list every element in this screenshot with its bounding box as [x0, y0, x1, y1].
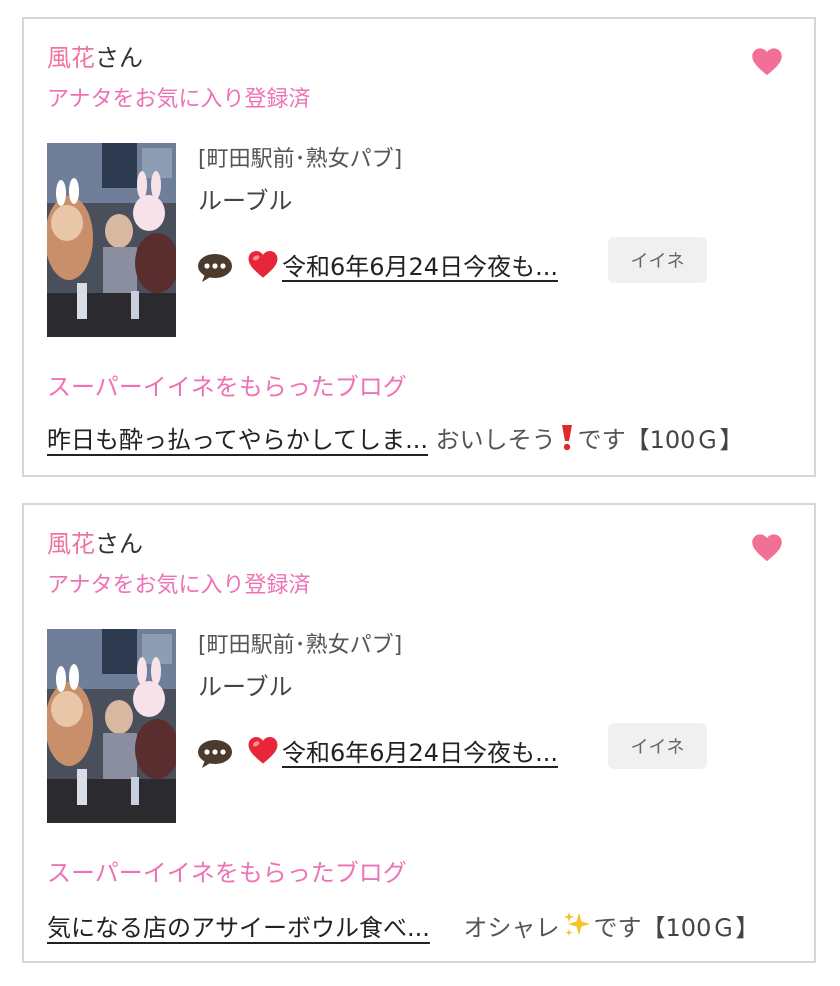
super-comment-pre: おいしそう [435, 426, 556, 454]
favorite-status-label: アナタをお気に入り登録済 [47, 87, 311, 112]
sparkles-icon [562, 909, 592, 948]
speech-bubble-icon [197, 253, 233, 283]
super-iine-comment: おいしそう です [435, 425, 626, 454]
red-heart-icon [246, 735, 280, 774]
exclamation-icon [558, 423, 576, 460]
user-name-row: 風花さん [47, 43, 143, 73]
user-honorific: さん [95, 530, 143, 558]
blog-title-text: 令和6年6月24日今夜も... [282, 739, 558, 767]
blog-title-link[interactable]: 令和6年6月24日今夜も... [246, 249, 558, 288]
blog-thumbnail-image[interactable] [47, 629, 176, 823]
super-comment-post: です [593, 914, 642, 942]
super-iine-blog-link[interactable]: 気になる店のアサイーボウル食べ... [47, 914, 430, 942]
favorite-heart-icon[interactable] [750, 45, 784, 79]
user-honorific: さん [95, 44, 143, 72]
super-points-label: 【100Ｇ】 [625, 426, 744, 454]
favorite-heart-icon[interactable] [750, 531, 784, 565]
speech-bubble-icon [197, 739, 233, 769]
super-comment-post: です [577, 426, 626, 454]
blog-title-text: 令和6年6月24日今夜も... [282, 253, 558, 281]
user-name-row: 風花さん [47, 529, 143, 559]
shop-area-label: [町田駅前･熟女パブ] [198, 147, 403, 172]
super-points-label: 【100Ｇ】 [641, 914, 760, 942]
shop-name-link[interactable]: ルーブル [198, 671, 293, 703]
user-name-link[interactable]: 風花 [47, 530, 95, 558]
favorite-status-label: アナタをお気に入り登録済 [47, 573, 311, 598]
red-heart-icon [246, 249, 280, 288]
favorite-user-card: 風花さん アナタをお気に入り登録済 [町田駅前･熟女パブ] ルーブル 令和6年6… [22, 503, 816, 963]
super-iine-blog-row: 気になる店のアサイーボウル食べ... オシャレ です【100Ｇ】 [47, 909, 797, 943]
user-name-link[interactable]: 風花 [47, 44, 95, 72]
shop-area-label: [町田駅前･熟女パブ] [198, 633, 403, 658]
super-iine-blog-row: 昨日も酔っ払ってやらかしてしま... おいしそう です【100Ｇ】 [47, 423, 797, 457]
super-iine-section-label: スーパーイイネをもらったブログ [47, 373, 407, 401]
iine-button[interactable]: イイネ [608, 237, 707, 283]
blog-title-link[interactable]: 令和6年6月24日今夜も... [246, 735, 558, 774]
favorite-user-card: 風花さん アナタをお気に入り登録済 [町田駅前･熟女パブ] ルーブル 令和6年6… [22, 17, 816, 477]
super-iine-comment: オシャレ です [463, 912, 642, 942]
super-comment-pre: オシャレ [463, 914, 560, 942]
super-iine-section-label: スーパーイイネをもらったブログ [47, 859, 407, 887]
iine-button[interactable]: イイネ [608, 723, 707, 769]
blog-thumbnail-image[interactable] [47, 143, 176, 337]
shop-name-link[interactable]: ルーブル [198, 185, 293, 217]
super-iine-blog-link[interactable]: 昨日も酔っ払ってやらかしてしま... [47, 426, 428, 454]
